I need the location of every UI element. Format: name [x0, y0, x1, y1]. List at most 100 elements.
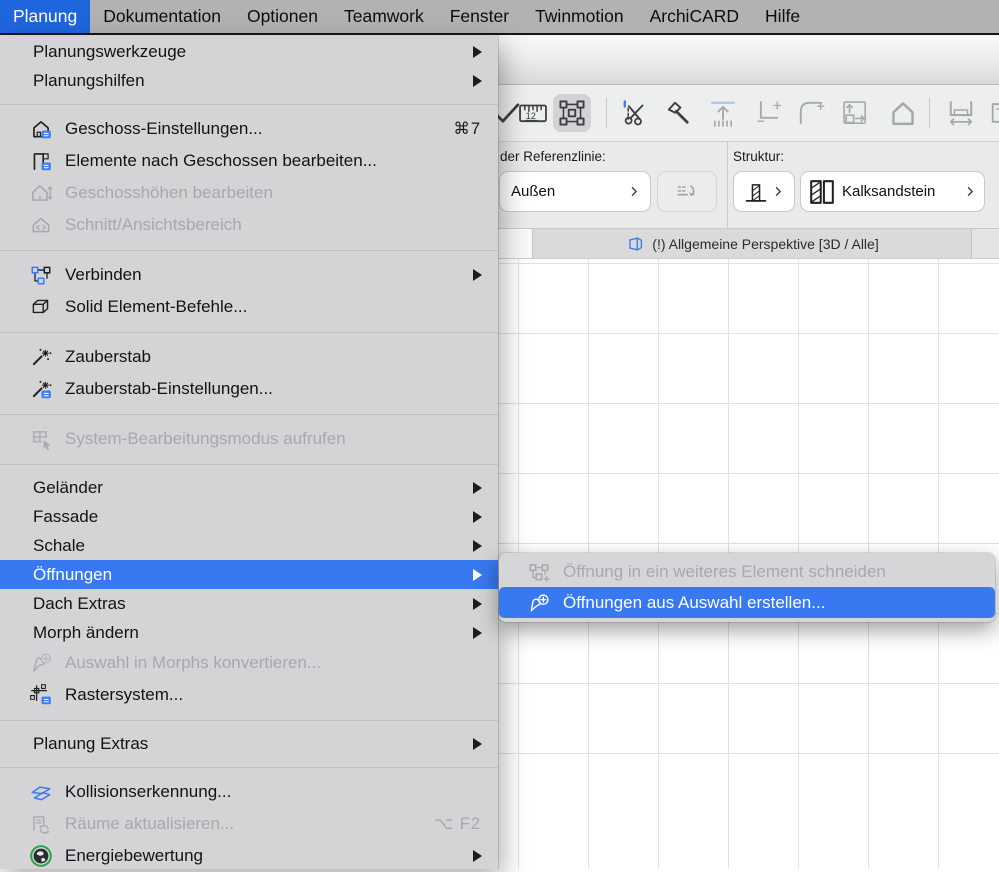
menu-item-öffnungen[interactable]: Öffnungen	[0, 560, 498, 589]
oeffnungen-submenu-panel: Öffnung in ein weiteres Element schneide…	[499, 553, 995, 622]
structure-material-select[interactable]: Kalksandstein	[800, 171, 985, 212]
menu-item-label: Elemente nach Geschossen bearbeiten...	[65, 151, 377, 170]
menubar-item-label: Twinmotion	[535, 6, 624, 26]
tab-allgemeine-perspektive[interactable]: (!) Allgemeine Perspektive [3D / Alle]	[533, 229, 972, 258]
menu-item-planungshilfen[interactable]: Planungshilfen	[0, 66, 498, 95]
reference-line-label: der Referenzlinie:	[500, 149, 606, 164]
submenu-item-öffnung-in-ein-weiteres-element-schneiden[interactable]: Öffnung in ein weiteres Element schneide…	[499, 556, 995, 587]
home-storey-icon	[888, 98, 918, 128]
menu-item-elemente-nach-geschossen-bearbeiten[interactable]: Elemente nach Geschossen bearbeiten...	[0, 145, 498, 177]
stretch-button[interactable]	[942, 94, 980, 132]
menu-item-label: Morph ändern	[33, 622, 139, 642]
menu-item-label: Geschosshöhen bearbeiten	[65, 183, 273, 202]
fillet-button[interactable]	[792, 94, 830, 132]
edge-icon	[990, 98, 999, 128]
tabbar-left-spacer	[498, 229, 533, 258]
elevate-button[interactable]	[704, 94, 742, 132]
menu-item-solid-element-befehle[interactable]: Solid Element-Befehle...	[0, 291, 498, 323]
intersect-button[interactable]	[748, 94, 786, 132]
resize-button[interactable]	[836, 94, 874, 132]
menubar-item-fenster[interactable]: Fenster	[437, 0, 522, 33]
energy-evaluation-icon	[29, 844, 53, 868]
menu-item-zauberstab[interactable]: Zauberstab	[0, 341, 498, 373]
menu-item-label: Räume aktualisieren...	[65, 814, 235, 833]
menu-item-geländer[interactable]: Geländer	[0, 473, 498, 502]
menubar-item-planung[interactable]: Planung	[0, 0, 91, 33]
split-button[interactable]	[616, 94, 654, 132]
intersect-icon	[752, 98, 782, 128]
split-icon	[620, 98, 650, 128]
submenu-item-öffnungen-aus-auswahl-erstellen[interactable]: Öffnungen aus Auswahl erstellen...	[499, 587, 995, 618]
magic-wand-settings-icon	[29, 377, 53, 401]
menu-item-schale[interactable]: Schale	[0, 531, 498, 560]
solid-element-icon	[29, 295, 53, 319]
measure-button[interactable]: 12	[514, 94, 552, 132]
elevate-icon	[708, 98, 738, 128]
submenu-arrow-icon	[473, 45, 482, 58]
section-viewpoint-icon	[29, 213, 53, 237]
menu-separator	[0, 711, 498, 729]
menu-item-schnitt-ansichtsbereich[interactable]: Schnitt/Ansichtsbereich	[0, 209, 498, 241]
menu-item-label: Geschoss-Einstellungen...	[65, 119, 263, 138]
home-storey-button[interactable]	[884, 94, 922, 132]
window-titlebar[interactable]	[498, 35, 999, 85]
menu-item-dach-extras[interactable]: Dach Extras	[0, 589, 498, 618]
menubar-item-label: Teamwork	[343, 6, 424, 26]
menu-item-fassade[interactable]: Fassade	[0, 502, 498, 531]
menu-separator	[0, 95, 498, 113]
menu-item-label: Planung Extras	[33, 733, 149, 753]
flip-reference-button[interactable]	[657, 171, 717, 212]
wall-geometry-icon	[743, 179, 769, 205]
submenu-item-label: Öffnung in ein weiteres Element schneide…	[563, 561, 886, 581]
menubar-item-teamwork[interactable]: Teamwork	[331, 0, 437, 33]
menu-item-geschosshöhen-bearbeiten[interactable]: Geschosshöhen bearbeiten	[0, 177, 498, 209]
adjust-button[interactable]	[658, 94, 696, 132]
menu-separator	[0, 323, 498, 341]
submenu-arrow-icon	[473, 737, 482, 750]
submenu-arrow-icon	[473, 74, 482, 87]
edge-button[interactable]	[986, 94, 999, 132]
menu-item-rastersystem[interactable]: Rastersystem...	[0, 679, 498, 711]
edit-elements-by-storey-icon	[29, 149, 53, 173]
menu-item-label: Kollisionserkennung...	[65, 782, 232, 801]
chevron-right-icon	[771, 184, 786, 199]
convert-to-morph-icon	[29, 651, 53, 675]
menu-item-label: Verbinden	[65, 265, 142, 284]
menu-item-label: Fassade	[33, 506, 99, 526]
marquee-button[interactable]	[553, 94, 591, 132]
menubar-item-label: Hilfe	[765, 6, 801, 26]
menubar-item-archicard[interactable]: ArchiCARD	[637, 0, 752, 33]
structure-material-value: Kalksandstein	[842, 183, 936, 200]
menu-item-geschoss-einstellungen[interactable]: Geschoss-Einstellungen... ⌘7	[0, 113, 498, 145]
menu-separator	[0, 405, 498, 423]
shortcut-label: ⌘7	[453, 120, 481, 138]
menubar-item-optionen[interactable]: Optionen	[234, 0, 331, 33]
menu-item-planungswerkzeuge[interactable]: Planungswerkzeuge	[0, 37, 498, 66]
menu-separator	[0, 241, 498, 259]
update-zones-icon	[29, 812, 53, 836]
menu-item-verbinden[interactable]: Verbinden	[0, 259, 498, 291]
magic-wand-icon	[29, 345, 53, 369]
app-window: 12 der Referenzlinie: Außen Struktur: Ka…	[493, 35, 999, 869]
menu-item-label: Zauberstab-Einstellungen...	[65, 379, 273, 398]
reference-line-select[interactable]: Außen	[499, 171, 651, 212]
menubar-item-hilfe[interactable]: Hilfe	[752, 0, 813, 33]
menu-item-energiebewertung[interactable]: Energiebewertung	[0, 840, 498, 872]
menu-item-räume-aktualisieren[interactable]: Räume aktualisieren... ⌥ F2	[0, 808, 498, 840]
menubar-item-dokumentation[interactable]: Dokumentation	[90, 0, 234, 33]
menubar-item-twinmotion[interactable]: Twinmotion	[522, 0, 637, 33]
submenu-arrow-icon	[473, 539, 482, 552]
menu-item-planung-extras[interactable]: Planung Extras	[0, 729, 498, 758]
menu-item-system-bearbeitungsmodus-aufrufen[interactable]: System-Bearbeitungsmodus aufrufen	[0, 423, 498, 455]
menu-item-label: Planungswerkzeuge	[33, 41, 187, 61]
menu-item-morph-ändern[interactable]: Morph ändern	[0, 618, 498, 647]
infobox: der Referenzlinie: Außen Struktur: Kalks…	[498, 142, 999, 229]
planung-menu-panel: Planungswerkzeuge Planungshilfen Geschoss-…	[0, 35, 498, 869]
create-openings-icon	[527, 591, 551, 615]
menubar-item-label: ArchiCARD	[649, 6, 740, 26]
menu-item-auswahl-in-morphs-konvertieren[interactable]: Auswahl in Morphs konvertieren...	[0, 647, 498, 679]
menu-item-zauberstab-einstellungen[interactable]: Zauberstab-Einstellungen...	[0, 373, 498, 405]
wall-geometry-select[interactable]	[733, 171, 795, 212]
shortcut-label: ⌥ F2	[434, 815, 481, 833]
menu-item-kollisionserkennung[interactable]: Kollisionserkennung...	[0, 776, 498, 808]
